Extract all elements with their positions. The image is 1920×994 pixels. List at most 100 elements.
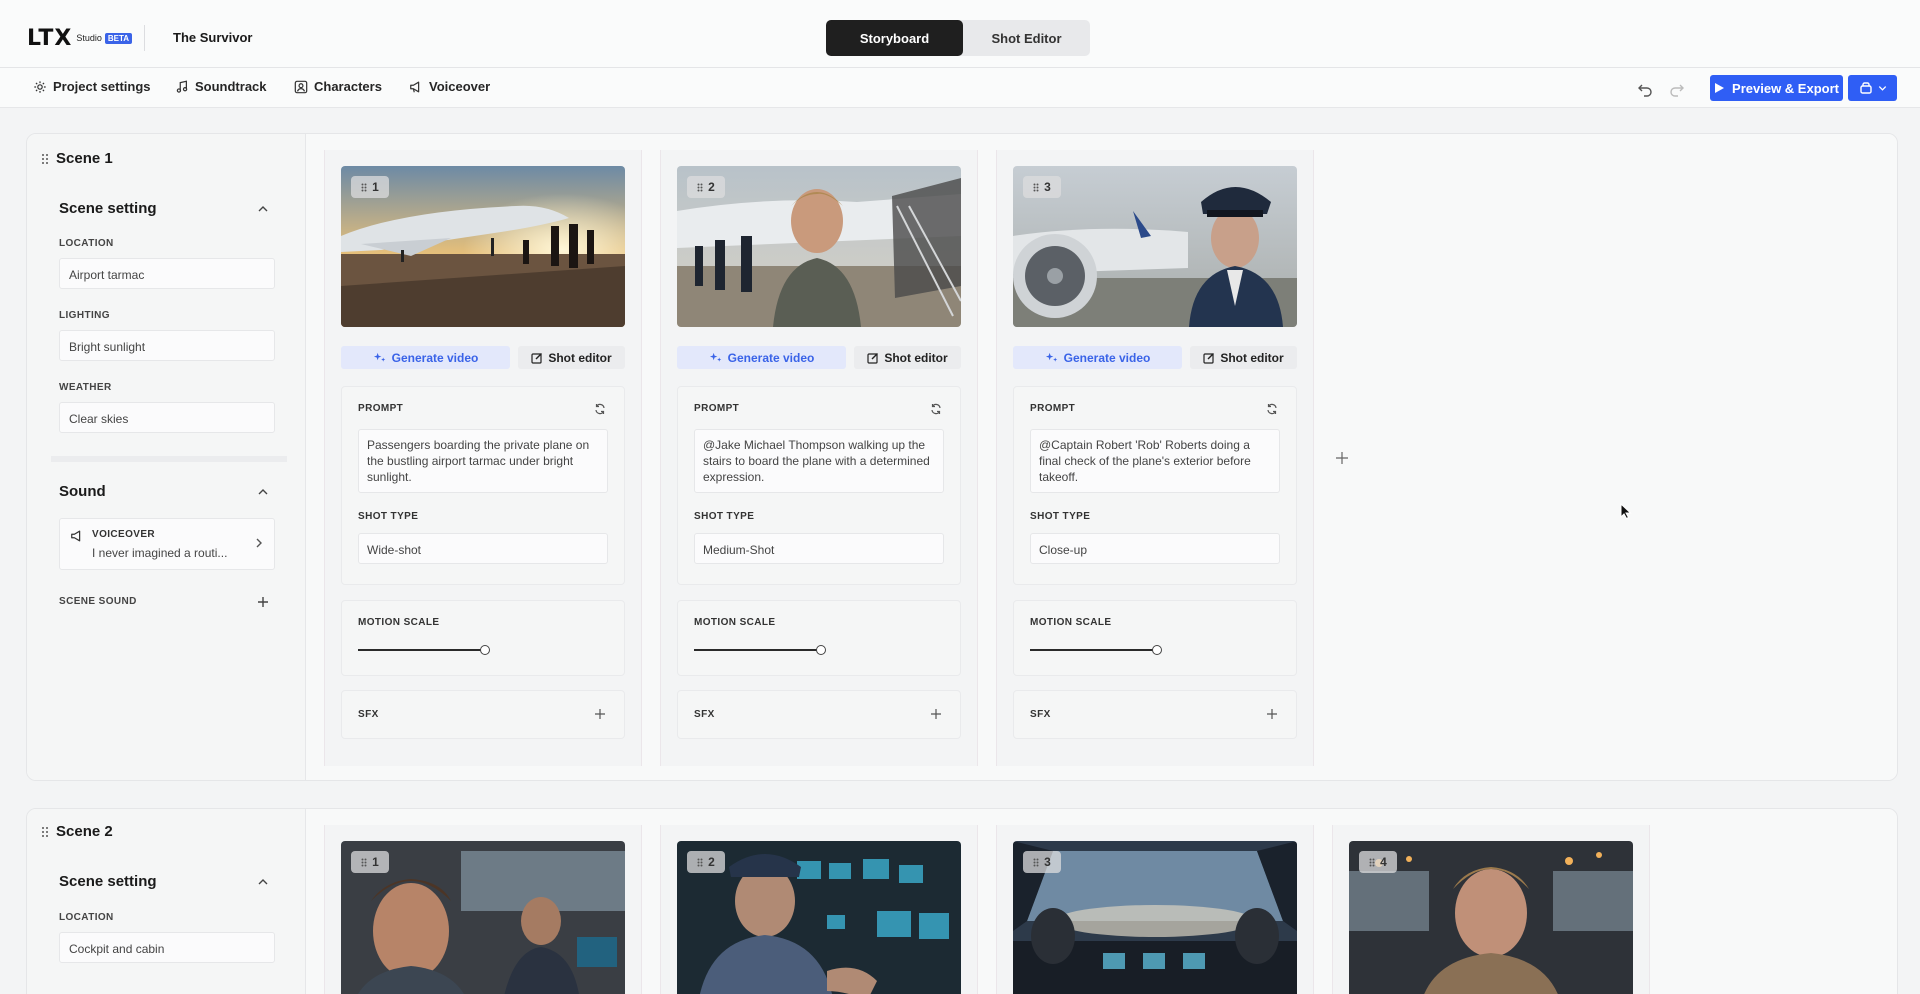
logo-text: LTX (27, 25, 73, 51)
shot-editor-button[interactable]: Shot editor (854, 346, 961, 369)
shot-thumbnail[interactable]: 2 (677, 841, 961, 994)
shot-thumbnail[interactable]: 1 (341, 841, 625, 994)
generate-video-button[interactable]: Generate video (677, 346, 846, 369)
top-bar: LTX Studio BETA The Survivor Storyboard … (0, 0, 1920, 68)
add-sfx-icon[interactable] (1266, 708, 1278, 720)
shot-card: 1 (324, 825, 642, 994)
chevron-up-icon[interactable] (257, 486, 269, 498)
scene-setting-header[interactable]: Scene setting (59, 200, 269, 217)
drag-handle-icon[interactable] (41, 153, 49, 165)
shot-number-badge[interactable]: 1 (351, 176, 389, 198)
section-divider (51, 456, 287, 462)
motion-scale-panel: MOTION SCALE (341, 600, 625, 676)
view-tabs: Storyboard Shot Editor (826, 20, 1090, 56)
scene-1-title[interactable]: Scene 1 (41, 150, 113, 167)
prompt-input[interactable]: Passengers boarding the private plane on… (358, 429, 608, 493)
chevron-up-icon[interactable] (257, 203, 269, 215)
shot-editor-button[interactable]: Shot editor (1190, 346, 1297, 369)
shot-thumbnail[interactable]: 4 (1349, 841, 1633, 994)
shot-editor-button[interactable]: Shot editor (518, 346, 625, 369)
prompt-input[interactable]: @Captain Robert 'Rob' Roberts doing a fi… (1030, 429, 1280, 493)
shot-card: 1 Generate video Shot editor PROMPT Pass… (324, 150, 642, 766)
redo-icon (1670, 84, 1684, 97)
shot-number-badge[interactable]: 2 (687, 176, 725, 198)
tab-shot-editor[interactable]: Shot Editor (963, 20, 1090, 56)
shot-card: 2 (660, 825, 978, 994)
undo-button[interactable] (1636, 80, 1654, 98)
shot-number-badge[interactable]: 3 (1023, 176, 1061, 198)
motion-scale-handle[interactable] (480, 645, 490, 655)
add-shot-icon[interactable] (1336, 452, 1348, 464)
scene-1-title-text: Scene 1 (56, 150, 113, 167)
lighting-field[interactable]: Bright sunlight (59, 330, 275, 361)
shot-number-badge[interactable]: 4 (1359, 851, 1397, 873)
logo-divider (144, 25, 146, 51)
edit-icon (867, 352, 879, 364)
voiceover-card[interactable]: VOICEOVER I never imagined a routi... (59, 518, 275, 570)
shot-type-select[interactable]: Medium-Shot (694, 533, 944, 564)
project-settings-label: Project settings (53, 79, 151, 94)
add-sfx-icon[interactable] (594, 708, 606, 720)
refresh-icon[interactable] (930, 403, 942, 415)
mouse-cursor-icon (1620, 503, 1632, 519)
scene-2-title[interactable]: Scene 2 (41, 823, 113, 840)
shot-number-badge[interactable]: 2 (687, 851, 725, 873)
add-scene-sound-icon[interactable] (257, 596, 269, 608)
prompt-panel: PROMPT @Jake Michael Thompson walking up… (677, 386, 961, 585)
chevron-up-icon[interactable] (257, 876, 269, 888)
shot-thumbnail[interactable]: 3 (1013, 841, 1297, 994)
shot-thumbnail[interactable]: 3 (1013, 166, 1297, 327)
shot-number-badge[interactable]: 1 (351, 851, 389, 873)
project-toolbar (0, 68, 1920, 108)
sfx-label: SFX (1030, 709, 1051, 720)
prompt-panel: PROMPT @Captain Robert 'Rob' Roberts doi… (1013, 386, 1297, 585)
generate-video-button[interactable]: Generate video (1013, 346, 1182, 369)
shot-number-badge[interactable]: 3 (1023, 851, 1061, 873)
drag-handle-icon (1369, 858, 1375, 866)
motion-scale-panel: MOTION SCALE (1013, 600, 1297, 676)
prompt-label: PROMPT (358, 403, 404, 414)
shot-thumbnail[interactable]: 1 (341, 166, 625, 327)
characters-button[interactable]: Characters (294, 79, 382, 94)
scene-1-panel: Scene 1 Scene setting LOCATION Airport t… (26, 133, 1898, 781)
motion-scale-label: MOTION SCALE (358, 617, 440, 628)
motion-scale-slider[interactable] (1030, 649, 1156, 651)
redo-button[interactable] (1668, 80, 1686, 98)
undo-icon (1638, 84, 1652, 97)
location-field[interactable]: Airport tarmac (59, 258, 275, 289)
tab-storyboard[interactable]: Storyboard (826, 20, 963, 56)
motion-scale-handle[interactable] (1152, 645, 1162, 655)
motion-scale-slider[interactable] (694, 649, 820, 651)
sound-header[interactable]: Sound (59, 483, 269, 500)
shot-type-select[interactable]: Close-up (1030, 533, 1280, 564)
shot-type-label: SHOT TYPE (1030, 511, 1091, 522)
drag-handle-icon[interactable] (41, 826, 49, 838)
project-title[interactable]: The Survivor (173, 30, 252, 45)
prompt-input[interactable]: @Jake Michael Thompson walking up the st… (694, 429, 944, 493)
sfx-label: SFX (694, 709, 715, 720)
motion-scale-handle[interactable] (816, 645, 826, 655)
soundtrack-button[interactable]: Soundtrack (175, 79, 267, 94)
export-options-dropdown[interactable] (1848, 75, 1897, 101)
scene-setting-label: Scene setting (59, 200, 157, 217)
edit-icon (1203, 352, 1215, 364)
project-settings-button[interactable]: Project settings (33, 79, 151, 94)
app-logo[interactable]: LTX Studio BETA (27, 25, 146, 51)
shot-editor-label: Shot editor (884, 350, 948, 365)
shot-number: 2 (708, 855, 715, 869)
drag-handle-icon (361, 858, 367, 866)
shot-card: 3 Generate video Shot editor PROMPT @Cap… (996, 150, 1314, 766)
weather-field[interactable]: Clear skies (59, 402, 275, 433)
sfx-panel: SFX (341, 690, 625, 739)
refresh-icon[interactable] (1266, 403, 1278, 415)
shot-type-select[interactable]: Wide-shot (358, 533, 608, 564)
scene-setting-header[interactable]: Scene setting (59, 873, 269, 890)
motion-scale-slider[interactable] (358, 649, 484, 651)
refresh-icon[interactable] (594, 403, 606, 415)
voiceover-button[interactable]: Voiceover (409, 79, 490, 94)
shot-thumbnail[interactable]: 2 (677, 166, 961, 327)
add-sfx-icon[interactable] (930, 708, 942, 720)
generate-video-button[interactable]: Generate video (341, 346, 510, 369)
preview-export-button[interactable]: Preview & Export (1710, 75, 1843, 101)
location-field[interactable]: Cockpit and cabin (59, 932, 275, 963)
